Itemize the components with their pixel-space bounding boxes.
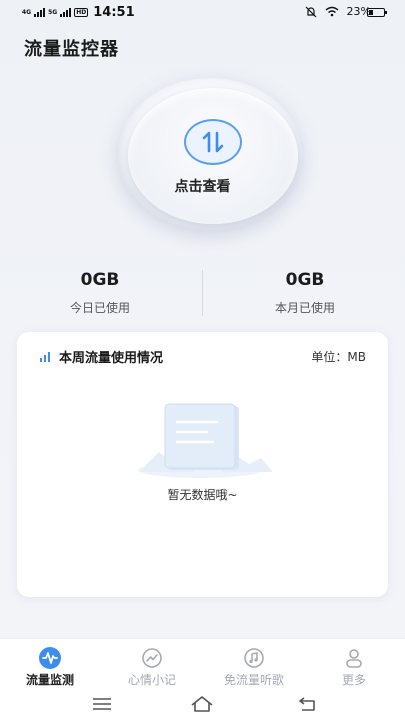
unit-label: 单位：MB <box>311 348 366 365</box>
today-usage-label: 今日已使用 <box>69 301 130 315</box>
today-usage-value: 0GB <box>80 270 120 290</box>
stats-divider <box>202 270 203 316</box>
tab-mood-notes[interactable]: 心情小记 <box>107 647 197 688</box>
empty-state-text: 暂无数据哦~ <box>167 488 238 502</box>
clock: 14:51 <box>93 5 135 20</box>
unit-text: 单位：MB <box>311 350 366 364</box>
weekly-usage-card: 本周流量使用情况 单位：MB 暂无数据哦~ <box>17 332 388 597</box>
card-header: 本周流量使用情况 <box>39 347 163 366</box>
tab-label: 心情小记 <box>127 673 176 687</box>
tab-more[interactable]: 更多 <box>309 647 399 688</box>
signal-icon <box>34 8 46 17</box>
month-usage-label: 本月已使用 <box>274 301 335 315</box>
status-right: 23% <box>305 5 371 18</box>
wifi-icon <box>325 6 338 17</box>
stat-month: 0GB 本月已使用 <box>205 270 405 316</box>
signal-icon-2 <box>60 8 72 17</box>
system-nav-bar <box>0 688 405 720</box>
status-bar: 4G 5G HD 14:51 23% <box>0 0 405 26</box>
empty-document-icon <box>138 403 273 478</box>
menu-icon[interactable] <box>90 694 114 714</box>
trend-circle-icon <box>142 648 162 668</box>
status-left: 4G 5G HD 14:51 <box>22 5 135 20</box>
check-button-label[interactable]: 点击查看 <box>0 176 405 196</box>
bar-chart-icon <box>40 351 50 362</box>
tab-free-music[interactable]: 免流量听歌 <box>209 647 299 688</box>
tab-label: 免流量听歌 <box>223 673 284 687</box>
network-type-1: 4G <box>22 9 32 16</box>
month-usage-value: 0GB <box>285 270 325 290</box>
waveform-icon <box>39 647 61 669</box>
tab-label: 更多 <box>341 673 366 687</box>
stat-today: 0GB 今日已使用 <box>0 270 200 316</box>
music-note-icon <box>244 648 264 668</box>
page-title: 流量监控器 <box>24 39 119 60</box>
tab-traffic-monitor[interactable]: 流量监测 <box>5 647 95 688</box>
tab-label: 流量监测 <box>25 673 74 687</box>
card-title: 本周流量使用情况 <box>59 351 164 366</box>
bottom-tab-bar: 流量监测 心情小记 免流量听歌 更多 <box>0 638 405 688</box>
battery-icon <box>367 8 387 17</box>
user-icon <box>346 649 362 668</box>
home-icon[interactable] <box>190 694 214 714</box>
hd-badge: HD <box>74 8 89 17</box>
mute-icon <box>305 6 316 17</box>
back-icon[interactable] <box>296 694 320 714</box>
network-type-2: 5G <box>48 9 58 16</box>
swap-arrows-icon[interactable] <box>184 119 242 165</box>
